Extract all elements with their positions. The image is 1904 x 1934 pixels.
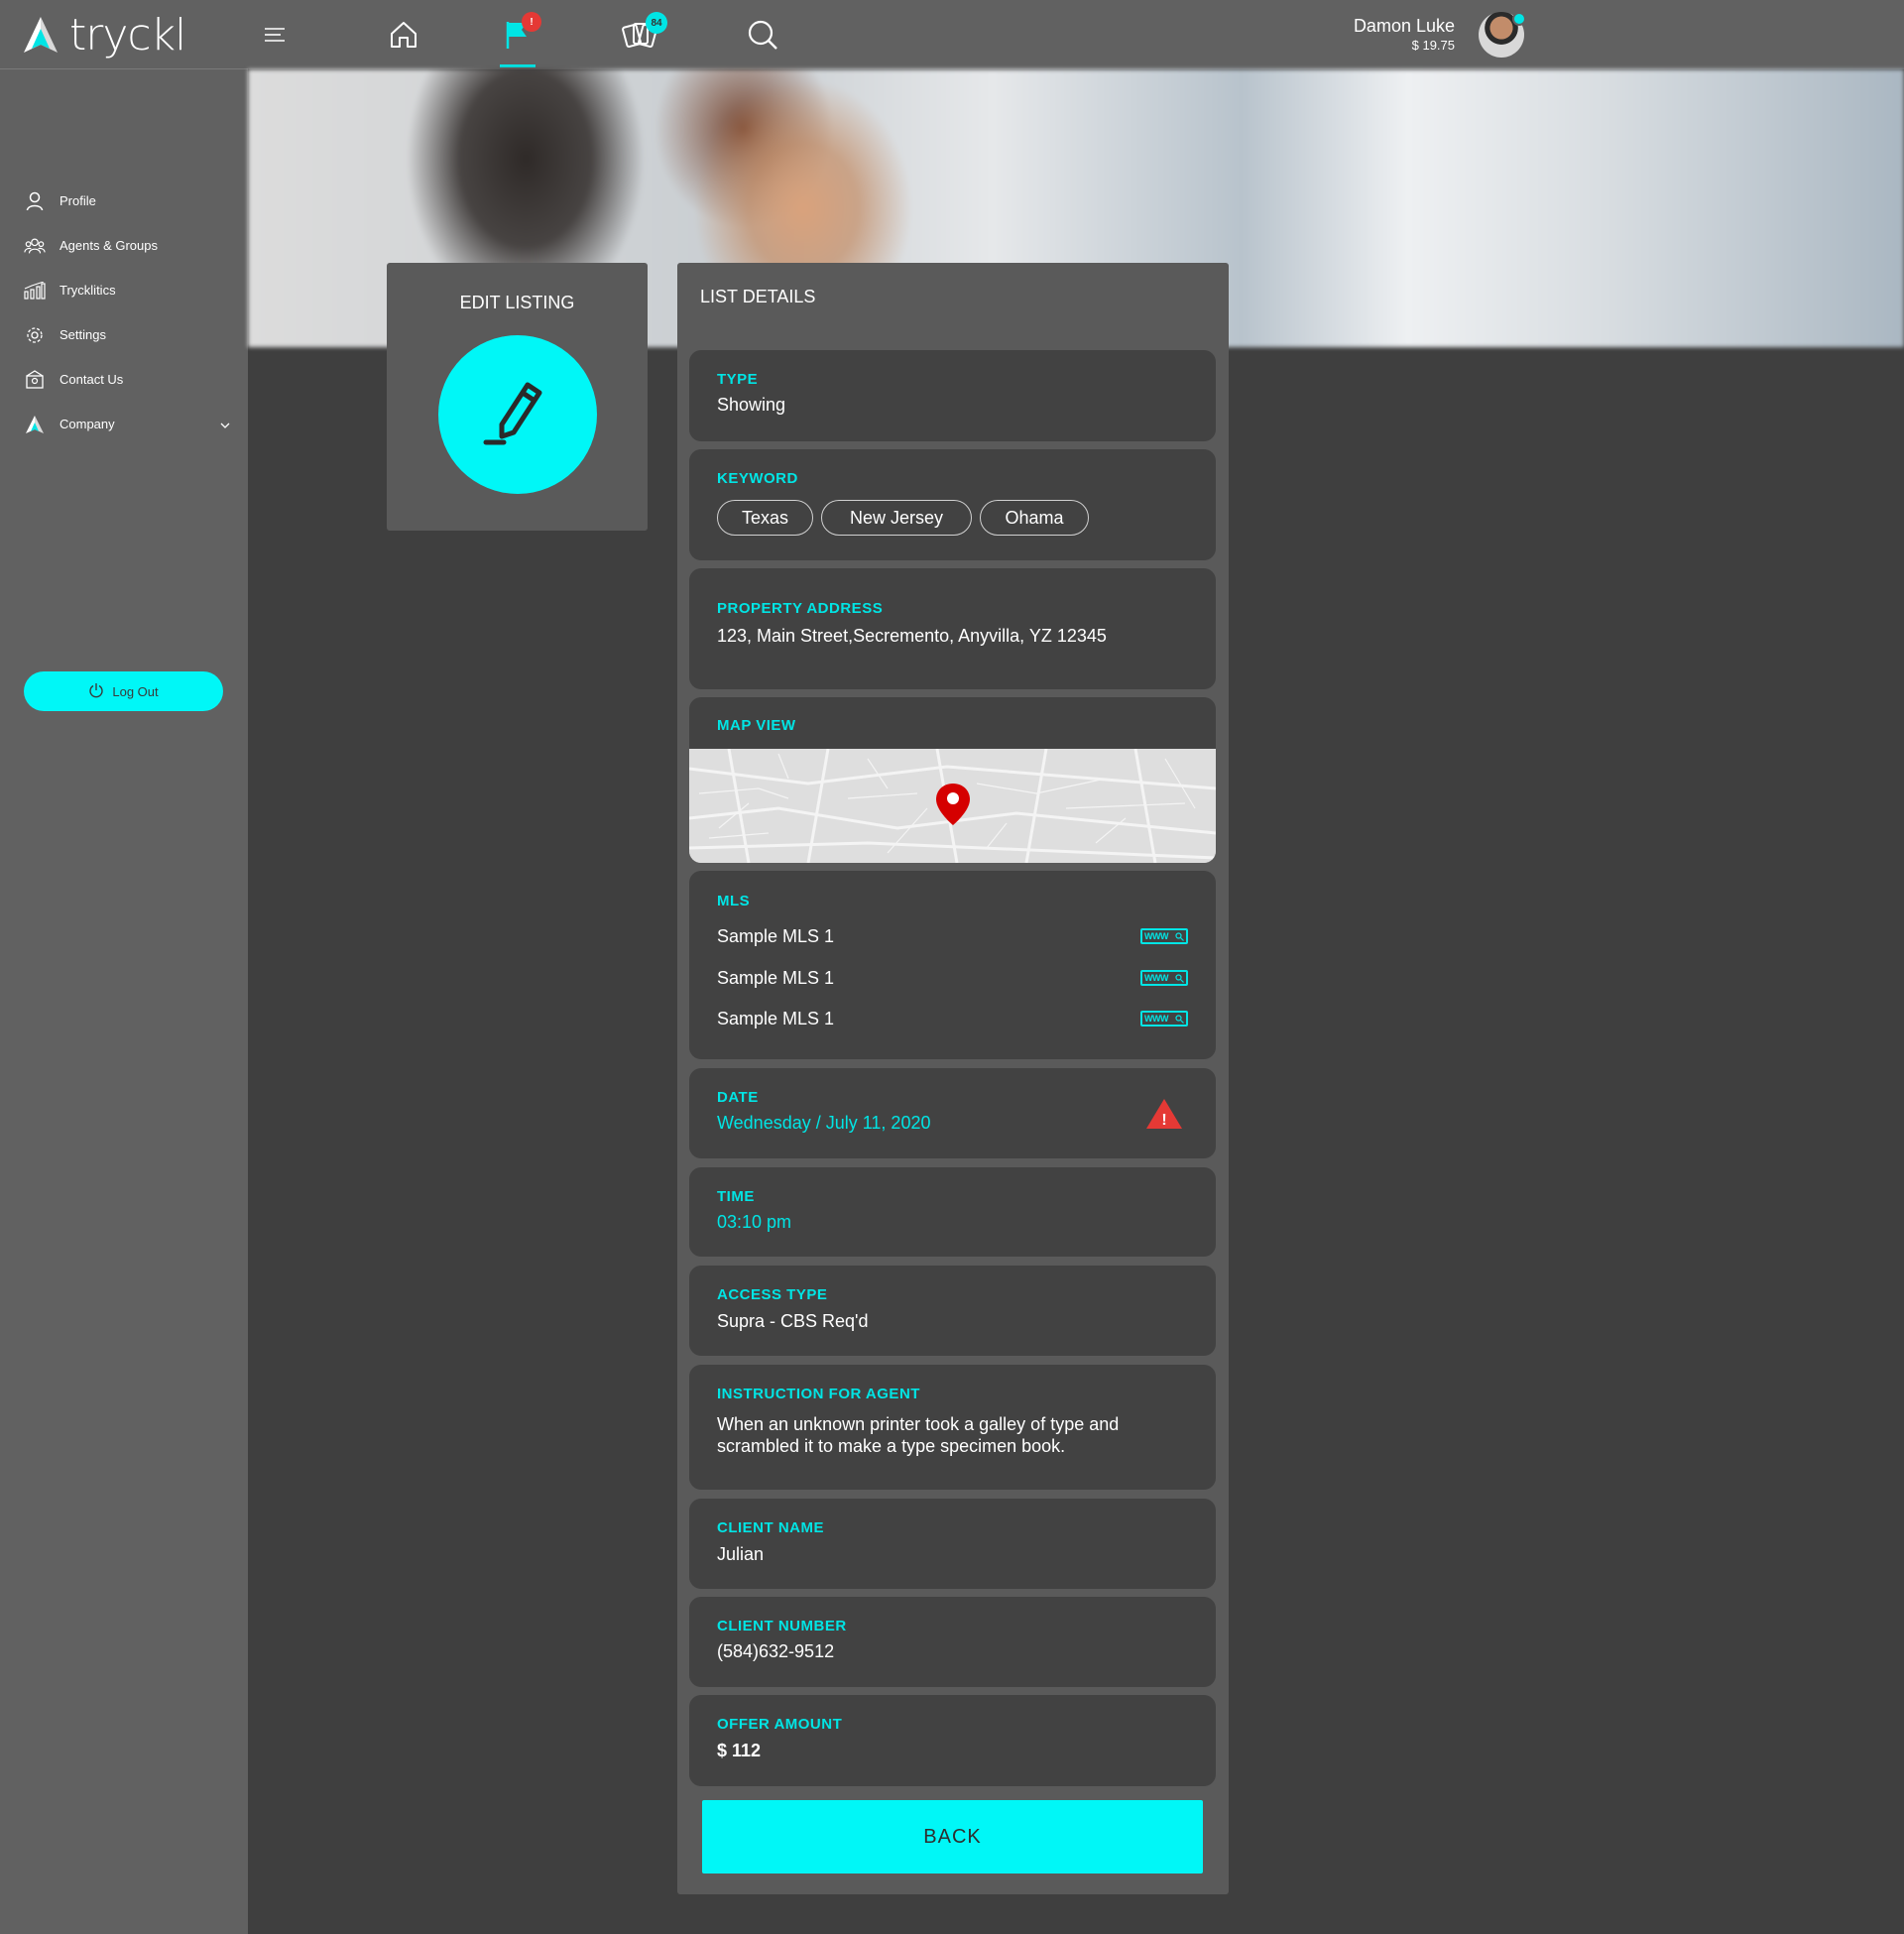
client-name-field: CLIENT NAME Julian — [689, 1499, 1216, 1589]
mls-row: Sample MLS 1 WWW — [717, 963, 1188, 993]
home-icon[interactable] — [382, 12, 425, 58]
keyword-chip[interactable]: Ohama — [980, 500, 1089, 536]
sidebar-item-trycklitics[interactable]: Trycklitics — [0, 268, 248, 312]
offer-amount-value: $ 112 — [717, 1741, 762, 1760]
group-icon — [24, 235, 46, 257]
date-label: DATE — [717, 1089, 759, 1106]
date-value[interactable]: Wednesday / July 11, 2020 — [717, 1113, 930, 1134]
access-type-label: ACCESS TYPE — [717, 1286, 828, 1303]
edit-listing-card: EDIT LISTING — [387, 263, 648, 531]
list-details-title: LIST DETAILS — [700, 287, 816, 306]
warning-icon[interactable]: ! — [1144, 1097, 1184, 1131]
instruction-field: INSTRUCTION FOR AGENT When an unknown pr… — [689, 1365, 1216, 1490]
sidebar-item-label: Contact Us — [60, 372, 124, 387]
mls-name: Sample MLS 1 — [717, 1008, 835, 1028]
mls-field: MLS Sample MLS 1 WWW Sample MLS 1 WWW Sa… — [689, 871, 1216, 1059]
offer-amount-field: OFFER AMOUNT $ 112 — [689, 1695, 1216, 1786]
mls-name: Sample MLS 1 — [717, 925, 835, 946]
map-pin-icon[interactable] — [934, 782, 972, 827]
client-number-value: (584)632-9512 — [717, 1641, 835, 1661]
web-search-icon[interactable]: WWW — [1140, 928, 1188, 944]
map-view-label: MAP VIEW — [717, 717, 796, 734]
sidebar-item-label: Agents & Groups — [60, 238, 158, 253]
client-name-label: CLIENT NAME — [717, 1519, 824, 1536]
access-type-value: Supra - CBS Req'd — [717, 1311, 869, 1331]
user-icon — [24, 190, 46, 212]
offer-amount-label: OFFER AMOUNT — [717, 1716, 843, 1733]
logout-label: Log Out — [112, 683, 159, 699]
date-field: DATE Wednesday / July 11, 2020 ! — [689, 1068, 1216, 1158]
active-tab-indicator — [500, 64, 536, 67]
type-label: TYPE — [717, 371, 759, 388]
web-search-icon[interactable]: WWW — [1140, 1011, 1188, 1027]
keyword-chip[interactable]: New Jersey — [821, 500, 972, 536]
top-bar: ! 84 Damon Luke $ 19.75 — [248, 0, 1904, 69]
svg-text:!: ! — [1161, 1112, 1166, 1129]
back-button[interactable]: BACK — [702, 1800, 1203, 1874]
mls-row: Sample MLS 1 WWW — [717, 1004, 1188, 1033]
time-value[interactable]: 03:10 pm — [717, 1212, 791, 1233]
sidebar-item-agents-groups[interactable]: Agents & Groups — [0, 223, 248, 268]
sidebar-item-contact-us[interactable]: Contact Us — [0, 357, 248, 402]
cards-icon[interactable]: 84 — [618, 12, 667, 58]
contact-icon — [24, 369, 46, 391]
power-icon — [88, 682, 104, 701]
client-number-label: CLIENT NUMBER — [717, 1618, 847, 1634]
flag-icon[interactable]: ! — [496, 12, 541, 67]
property-address-field: PROPERTY ADDRESS 123, Main Street,Secrem… — [689, 568, 1216, 689]
type-value: Showing — [717, 395, 786, 415]
edit-listing-title: EDIT LISTING — [459, 293, 575, 312]
chart-icon — [24, 280, 46, 302]
sidebar-item-label: Company — [60, 417, 115, 431]
web-search-icon[interactable]: WWW — [1140, 970, 1188, 986]
keyword-chip[interactable]: Texas — [717, 500, 813, 536]
client-number-field: CLIENT NUMBER (584)632-9512 — [689, 1597, 1216, 1687]
time-label: TIME — [717, 1188, 755, 1205]
user-name: Damon Luke — [1353, 16, 1455, 36]
tryckl-logo-icon — [24, 17, 58, 53]
brand-name: tryckl — [69, 9, 186, 60]
type-field: TYPE Showing — [689, 350, 1216, 441]
mls-name: Sample MLS 1 — [717, 967, 835, 988]
user-balance: $ 19.75 — [1411, 38, 1455, 53]
edit-listing-button[interactable] — [438, 335, 597, 494]
map-view-field: MAP VIEW — [689, 697, 1216, 863]
property-address-value: 123, Main Street,Secremento, Anyvilla, Y… — [717, 626, 1107, 646]
time-field: TIME 03:10 pm — [689, 1167, 1216, 1257]
cards-badge: 84 — [646, 12, 667, 34]
user-menu[interactable]: Damon Luke $ 19.75 — [1354, 12, 1904, 58]
brand-logo[interactable]: tryckl — [22, 9, 186, 60]
mls-row: Sample MLS 1 WWW — [717, 921, 1188, 951]
instruction-label: INSTRUCTION FOR AGENT — [717, 1386, 920, 1402]
property-address-label: PROPERTY ADDRESS — [717, 600, 884, 617]
instruction-value: When an unknown printer took a galley of… — [717, 1414, 1120, 1456]
access-type-field: ACCESS TYPE Supra - CBS Req'd — [689, 1266, 1216, 1356]
list-details-panel: LIST DETAILS TYPE Showing KEYWORD Texas … — [677, 263, 1229, 1894]
sidebar-item-company[interactable]: Company — [0, 402, 248, 446]
logout-button[interactable]: Log Out — [24, 671, 223, 711]
keyword-field: KEYWORD Texas New Jersey Ohama — [689, 449, 1216, 560]
search-icon[interactable] — [741, 12, 784, 58]
sidebar-item-settings[interactable]: Settings — [0, 312, 248, 357]
online-status-dot — [1512, 12, 1526, 26]
chevron-down-icon[interactable] — [220, 417, 230, 431]
sidebar-nav: Profile Agents & Groups Trycklitics Sett… — [0, 179, 248, 446]
menu-icon[interactable] — [253, 12, 297, 58]
keyword-label: KEYWORD — [717, 470, 798, 487]
sidebar-item-profile[interactable]: Profile — [0, 179, 248, 223]
mls-label: MLS — [717, 893, 751, 909]
sidebar-item-label: Settings — [60, 327, 106, 342]
sidebar-item-label: Trycklitics — [60, 283, 116, 298]
sidebar: tryckl Profile Agents & Groups Tryckliti… — [0, 0, 248, 1934]
client-name-value: Julian — [717, 1544, 765, 1564]
company-logo-icon — [24, 414, 46, 435]
sidebar-item-label: Profile — [60, 193, 96, 208]
flag-badge: ! — [522, 12, 541, 32]
gear-icon — [24, 324, 46, 346]
sidebar-divider — [0, 68, 248, 69]
map[interactable] — [689, 749, 1216, 863]
pencil-icon — [483, 382, 542, 445]
